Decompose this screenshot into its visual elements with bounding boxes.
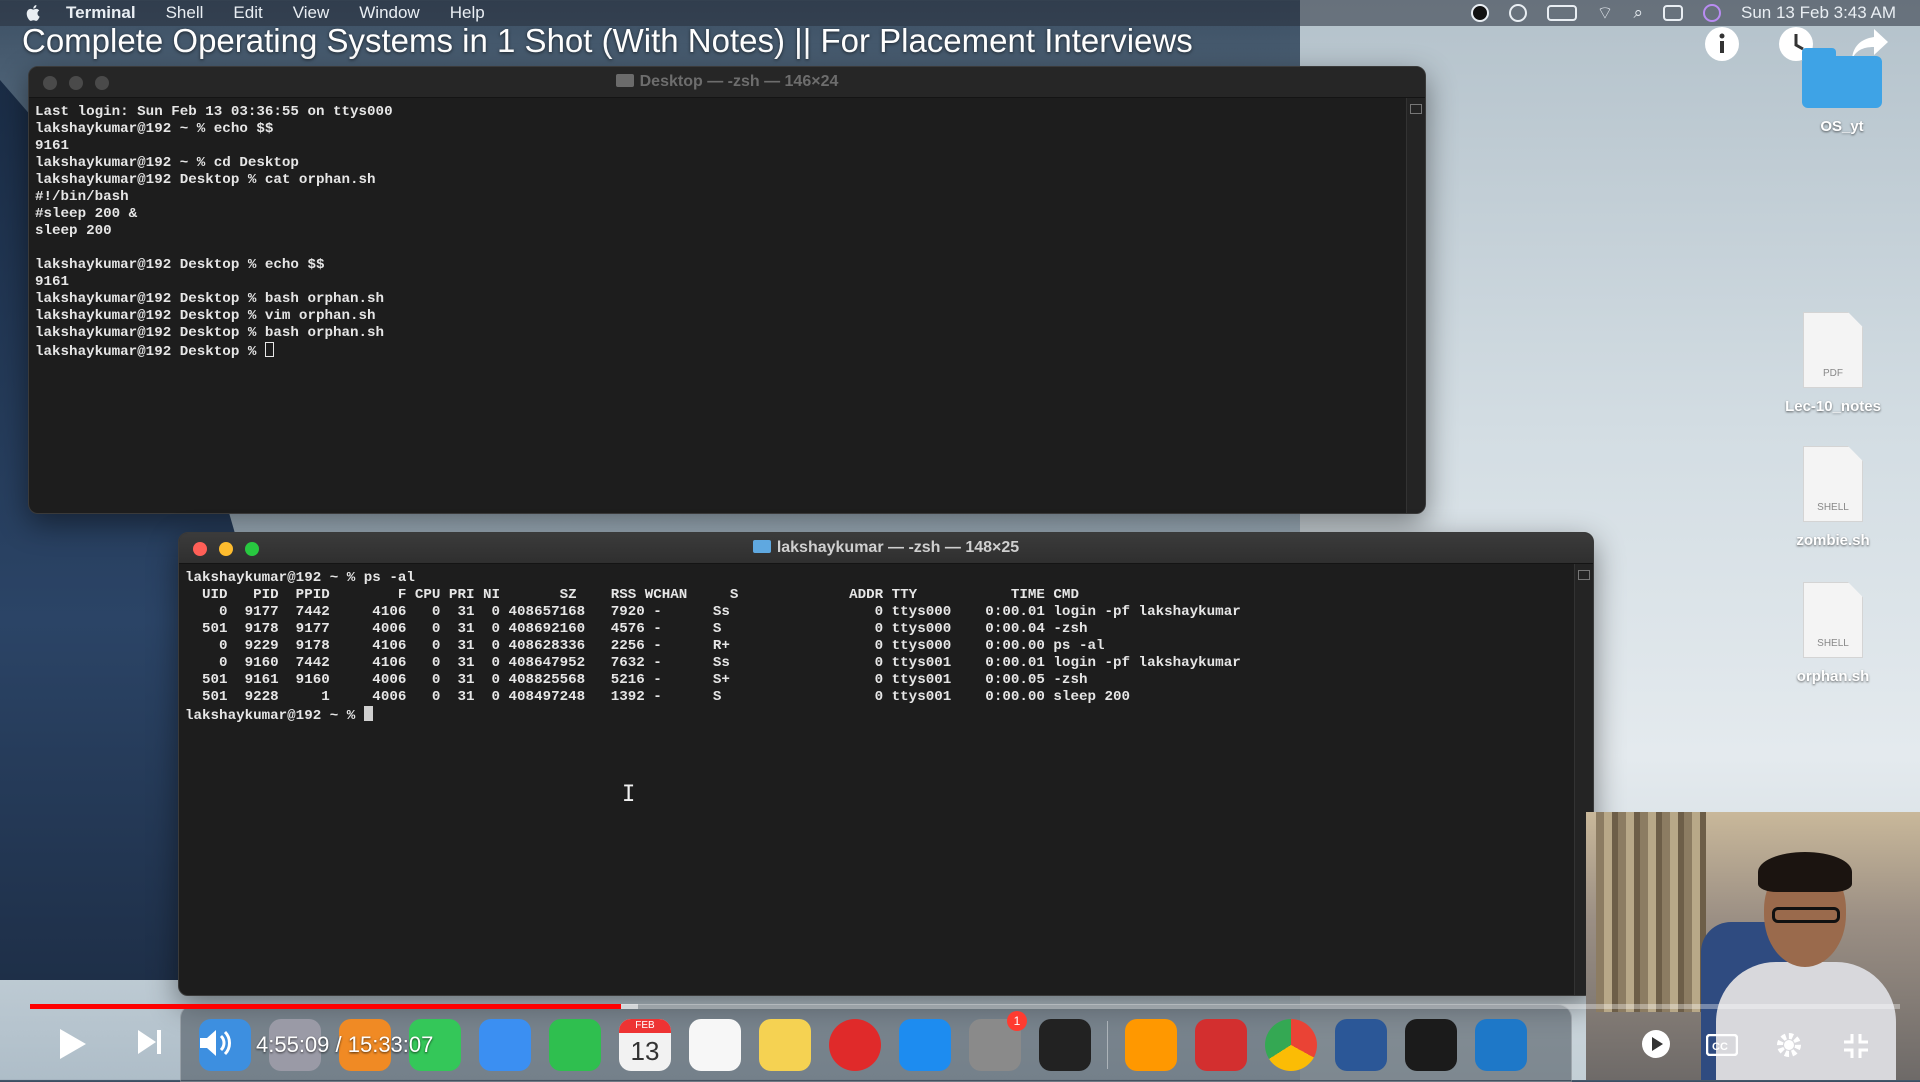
terminal-window-home[interactable]: lakshaykumar — -zsh — 148×25 lakshaykuma…: [178, 532, 1594, 996]
settings-gear-icon[interactable]: [1774, 1030, 1804, 1060]
folder-icon: [615, 74, 634, 87]
record-icon[interactable]: [1470, 4, 1489, 22]
exit-fullscreen-icon[interactable]: [1842, 1032, 1870, 1060]
desktop-icon-label: zombie.sh: [1796, 532, 1870, 549]
desktop-icon-label: orphan.sh: [1796, 668, 1870, 685]
text-cursor-icon: I: [622, 782, 636, 807]
terminal-cursor: [264, 342, 274, 357]
control-center-icon[interactable]: [1663, 5, 1683, 21]
desktop-file-orphan-sh[interactable]: SHELL orphan.sh: [1763, 582, 1903, 685]
terminal-output[interactable]: lakshaykumar@192 ~ % ps -al UID PID PPID…: [179, 564, 1593, 731]
captions-icon[interactable]: CC: [1706, 1034, 1738, 1056]
play-status-icon[interactable]: [1508, 4, 1527, 22]
apple-icon[interactable]: [24, 3, 44, 23]
desktop-icon-label: Lec-10_notes: [1785, 398, 1881, 415]
scrollbar-toggle-icon[interactable]: [1578, 570, 1590, 580]
desktop-icon-label: OS_yt: [1820, 118, 1864, 135]
next-video-icon[interactable]: [136, 1028, 164, 1056]
window-title: Desktop — -zsh — 146×24: [29, 67, 1425, 97]
presenter-glasses: [1772, 907, 1840, 923]
desktop-folder-os-yt[interactable]: OS_yt: [1772, 48, 1912, 135]
menu-window[interactable]: Window: [359, 3, 419, 23]
window-title-text: Desktop — -zsh — 146×24: [639, 73, 839, 90]
terminal-window-desktop[interactable]: Desktop — -zsh — 146×24 Last login: Sun …: [28, 66, 1426, 514]
battery-icon[interactable]: [1546, 5, 1577, 21]
pdf-file-icon: PDF: [1803, 312, 1863, 388]
shell-file-icon: SHELL: [1803, 446, 1863, 522]
folder-icon: [752, 540, 771, 553]
menu-view[interactable]: View: [293, 3, 330, 23]
desktop-file-zombie-sh[interactable]: SHELL zombie.sh: [1763, 446, 1903, 549]
spotlight-search-icon[interactable]: ⌕: [1633, 3, 1643, 23]
file-type-tag: SHELL: [1817, 638, 1849, 649]
autoplay-toggle-icon[interactable]: [1640, 1028, 1672, 1060]
presenter-hair: [1758, 852, 1852, 892]
window-titlebar[interactable]: Desktop — -zsh — 146×24: [29, 67, 1425, 98]
scrollbar-toggle-icon[interactable]: [1410, 104, 1422, 114]
video-time: 4:55:09 / 15:33:07: [256, 1032, 434, 1057]
menu-edit[interactable]: Edit: [233, 3, 262, 23]
terminal-output[interactable]: Last login: Sun Feb 13 03:36:55 on ttys0…: [29, 98, 1425, 367]
menu-shell[interactable]: Shell: [166, 3, 204, 23]
video-played-bar: [30, 1004, 621, 1009]
menu-help[interactable]: Help: [450, 3, 485, 23]
file-type-tag: PDF: [1823, 368, 1843, 379]
background-curtain: [1596, 812, 1706, 1012]
terminal-text: lakshaykumar@192 ~ % ps -al UID PID PPID…: [185, 570, 1241, 724]
svg-text:CC: CC: [1712, 1041, 1728, 1053]
scrollbar[interactable]: [1406, 98, 1425, 513]
window-title: lakshaykumar — -zsh — 148×25: [179, 533, 1593, 563]
terminal-text: Last login: Sun Feb 13 03:36:55 on ttys0…: [35, 104, 393, 360]
desktop-file-lec-10-notes[interactable]: PDF Lec-10_notes: [1763, 312, 1903, 415]
video-progress-bar[interactable]: [30, 1004, 1900, 1009]
menubar-datetime[interactable]: Sun 13 Feb 3:43 AM: [1741, 3, 1896, 23]
siri-icon[interactable]: [1703, 4, 1721, 22]
video-title[interactable]: Complete Operating Systems in 1 Shot (Wi…: [22, 22, 1193, 60]
play-icon[interactable]: [58, 1028, 88, 1060]
shell-file-icon: SHELL: [1803, 582, 1863, 658]
folder-icon: [1802, 48, 1882, 108]
info-icon[interactable]: [1702, 24, 1742, 64]
wifi-icon[interactable]: ⌔: [1597, 2, 1614, 25]
file-type-tag: SHELL: [1817, 502, 1849, 513]
window-title-text: lakshaykumar — -zsh — 148×25: [776, 539, 1020, 556]
window-titlebar[interactable]: lakshaykumar — -zsh — 148×25: [179, 533, 1593, 564]
volume-icon[interactable]: [198, 1028, 234, 1058]
menu-terminal[interactable]: Terminal: [66, 3, 136, 23]
terminal-cursor: [363, 706, 373, 721]
